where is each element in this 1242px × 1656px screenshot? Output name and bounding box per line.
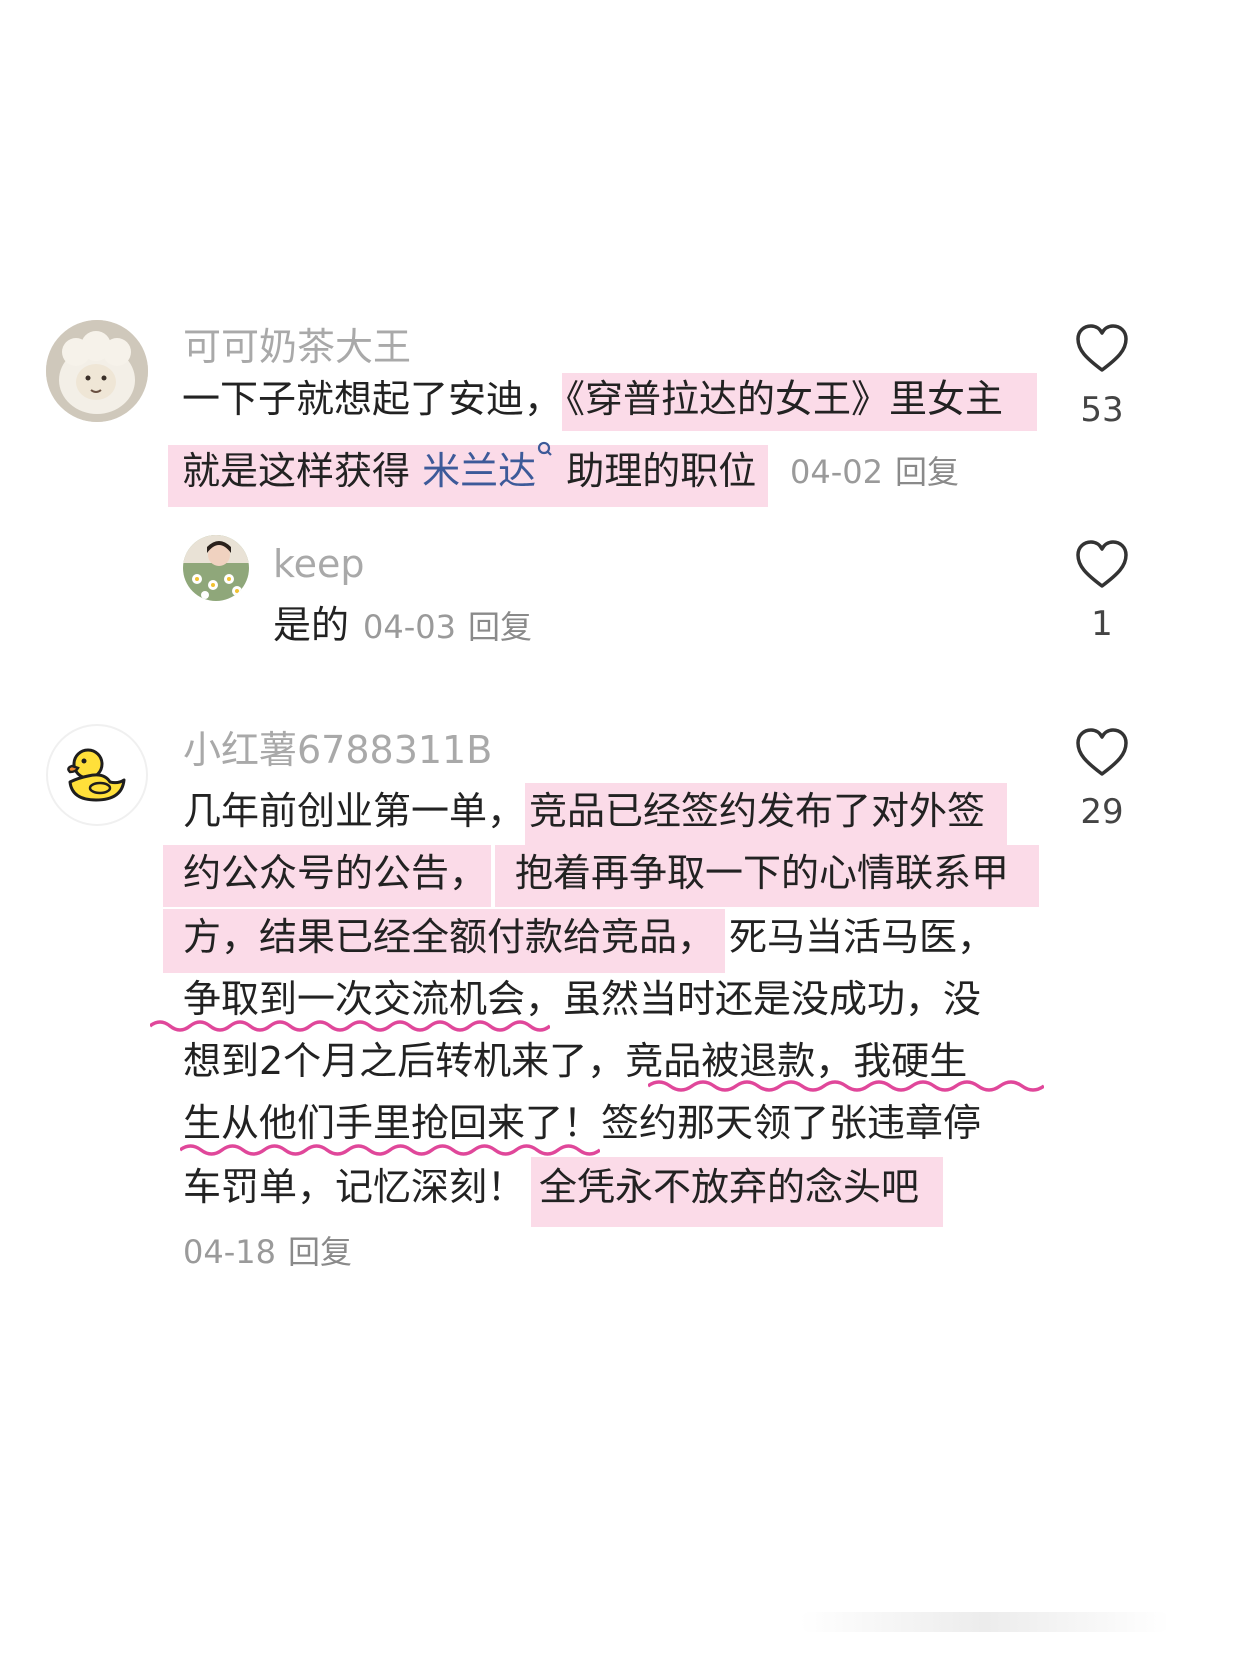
underlined-text: 生从他们手里抢回来了！ — [183, 1101, 602, 1145]
comment-username[interactable]: 小红薯6788311B — [183, 726, 492, 774]
underlined-text: 竞品被退款，我硬生 — [625, 1039, 968, 1083]
search-small-icon — [538, 441, 552, 456]
text-segment: 助理的职位 — [554, 449, 757, 493]
underlined-text: 争取到一次交流机会 — [183, 977, 526, 1021]
text-segment: 几年前创业第一单， — [183, 789, 526, 833]
heart-outline-icon — [1076, 540, 1128, 588]
reply-button[interactable]: 回复 — [288, 1233, 352, 1271]
comment-meta: 04-18 回复 — [183, 1232, 352, 1272]
reply-text-line: 是的 04-03 回复 — [273, 592, 532, 658]
reply-username[interactable]: keep — [273, 540, 365, 588]
text-segment: 车罚单，记忆深刻！ — [183, 1165, 526, 1209]
avatar[interactable] — [46, 320, 148, 422]
comment-date: 04-18 — [183, 1233, 276, 1271]
comment-text-line: 就是这样获得 米兰达 助理的职位 — [168, 438, 769, 507]
comment-text-line: 约公众号的公告， 抱着再争取一下的心情联系甲 — [163, 840, 1040, 907]
text-segment: 就是这样获得 — [182, 449, 423, 493]
reply-button[interactable]: 回复 — [895, 453, 959, 491]
comment-text-line: 车罚单，记忆深刻！ 全凭永不放弃的念头吧 — [183, 1154, 944, 1227]
reply-button[interactable]: 回复 — [468, 608, 532, 646]
text-segment: 想到2个月之后转机来了， — [183, 1039, 626, 1083]
text-segment: 签约那天领了张违章停 — [601, 1101, 982, 1145]
search-link[interactable]: 米兰达 — [422, 449, 536, 493]
comment-username[interactable]: 可可奶茶大王 — [183, 323, 411, 371]
avatar[interactable] — [183, 535, 249, 601]
highlighted-text: 竞品已经签约发布了对外签 — [525, 783, 1008, 845]
highlighted-text: 抱着再争取一下的心情联系甲 — [495, 845, 1040, 907]
comment-text-line: 一下子就想起了安迪， 《穿普拉达的女王》里女主 — [178, 366, 1038, 432]
like-count: 1 — [1091, 604, 1113, 644]
comment-meta: 04-03 回复 — [363, 608, 532, 646]
highlighted-text: 全凭永不放弃的念头吧 — [531, 1157, 944, 1227]
like-button[interactable] — [1074, 726, 1130, 782]
watermark — [800, 1612, 1170, 1632]
like-count: 53 — [1080, 390, 1124, 430]
heart-outline-icon — [1076, 324, 1128, 372]
highlighted-text: 《穿普拉达的女王》里女主 — [562, 373, 1038, 431]
like-button[interactable] — [1074, 538, 1130, 594]
text-segment: 死马当活马医， — [729, 915, 996, 959]
like-button[interactable] — [1074, 322, 1130, 378]
text-segment: ，虽然当时还是没成功，没 — [525, 977, 982, 1021]
reply-text: 是的 — [273, 603, 350, 647]
yellow-duck-avatar-icon — [67, 748, 126, 802]
highlighted-text: 方，结果已经全额付款给竞品， — [163, 909, 726, 973]
text-segment: 一下子就想起了安迪， — [182, 377, 563, 421]
comment-text-line: 几年前创业第一单， 竞品已经签约发布了对外签 — [183, 778, 1008, 845]
highlighted-text: 约公众号的公告， — [163, 845, 492, 907]
comment-text-line: 方，结果已经全额付款给竞品， 死马当活马医， — [163, 904, 996, 973]
highlighted-text: 就是这样获得 米兰达 助理的职位 — [168, 441, 769, 507]
heart-outline-icon — [1076, 728, 1128, 776]
like-count: 29 — [1080, 792, 1124, 832]
sheep-plush-avatar-icon — [46, 320, 148, 422]
flower-girl-avatar-icon — [183, 535, 249, 601]
avatar[interactable] — [46, 724, 148, 826]
comment-date: 04-02 — [790, 453, 883, 491]
comment-date: 04-03 — [363, 608, 456, 646]
comment-meta: 04-02 回复 — [790, 452, 959, 492]
